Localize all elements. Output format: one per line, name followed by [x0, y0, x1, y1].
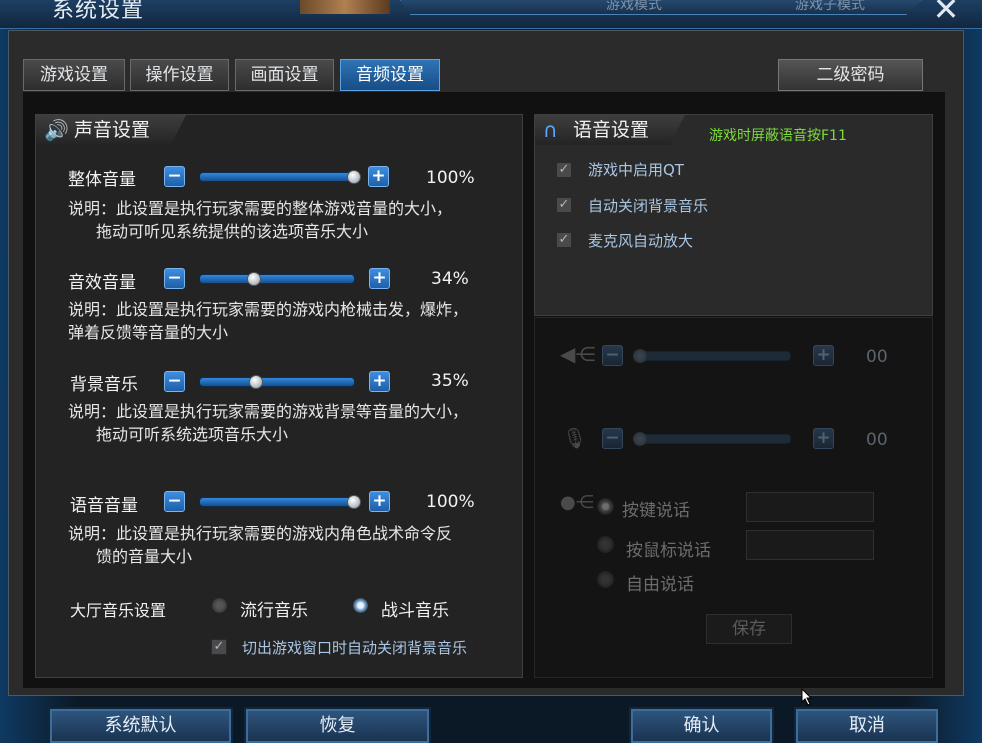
effects-volume-label: 音效音量	[68, 273, 136, 293]
secondary-password-button[interactable]: 二级密码	[778, 59, 923, 91]
voice-save-button[interactable]: 保存	[706, 614, 792, 644]
bgm-volume-slider[interactable]	[199, 377, 355, 387]
mic-boost-checkbox[interactable]: ✓	[556, 232, 572, 248]
bgm-volume-handle[interactable]	[248, 375, 263, 389]
push-mouse-talk-label[interactable]: 按鼠标说话	[626, 536, 711, 561]
speaker-icon: 🔊	[44, 118, 69, 142]
overall-volume-handle[interactable]	[347, 170, 361, 184]
effects-volume-minus-button[interactable]: −	[164, 268, 185, 289]
push-key-input[interactable]	[746, 492, 874, 522]
lobby-music-battle-radio[interactable]	[352, 597, 369, 614]
mic-volume-handle[interactable]	[633, 432, 647, 446]
bgm-volume-plus-button[interactable]: +	[369, 371, 390, 392]
voice-volume-label: 语音音量	[70, 496, 138, 516]
free-talk-label[interactable]: 自由说话	[626, 570, 694, 595]
lobby-music-pop-label[interactable]: 流行音乐	[240, 596, 308, 621]
voice-volume-desc-line2: 馈的音量大小	[96, 547, 193, 566]
voice-auto-close-bgm-checkbox[interactable]: ✓	[556, 197, 572, 213]
speaker-volume-value: 00	[866, 347, 888, 367]
bgm-volume-desc-line2: 拖动可听系统选项音乐大小	[96, 425, 289, 444]
bgm-volume-label: 背景音乐	[70, 375, 138, 395]
overall-volume-value: 100%	[426, 168, 475, 188]
bgm-volume-value: 35%	[431, 371, 469, 391]
overall-volume-label: 整体音量	[68, 170, 136, 190]
voice-auto-close-bgm-label[interactable]: 自动关闭背景音乐	[588, 195, 708, 216]
close-button[interactable]: ✕	[928, 0, 964, 25]
window-title: 系统设置	[52, 0, 145, 23]
voice-volume-value: 100%	[426, 492, 475, 512]
effects-volume-desc-line1: 说明：此设置是执行玩家需要的游戏内枪械击发，爆炸，	[68, 300, 469, 319]
enable-qt-checkbox[interactable]: ✓	[556, 162, 572, 178]
headset-icon: ∩	[543, 118, 558, 142]
mode-label-submode: 游戏子模式	[795, 0, 865, 13]
bgm-volume-desc-line1: 说明：此设置是执行玩家需要的游戏背景等音量的大小，	[68, 402, 469, 421]
overall-volume-slider[interactable]	[199, 172, 361, 182]
voice-settings-header: ∩ 语音设置	[535, 115, 685, 145]
lobby-music-label: 大厅音乐设置	[70, 601, 167, 620]
mic-volume-value: 00	[866, 430, 888, 450]
speaker-icon: ◀︎⋲	[560, 342, 596, 366]
mic-volume-plus-button[interactable]: +	[813, 428, 834, 449]
auto-close-bgm-label[interactable]: 切出游戏窗口时自动关闭背景音乐	[242, 637, 467, 658]
voice-volume-plus-button[interactable]: +	[369, 491, 390, 512]
system-default-button[interactable]: 系统默认	[50, 709, 231, 743]
push-key-talk-radio[interactable]	[597, 498, 614, 515]
overall-volume-plus-button[interactable]: +	[368, 166, 389, 187]
tab-control-settings[interactable]: 操作设置	[130, 59, 229, 91]
tab-audio-settings[interactable]: 音频设置	[340, 59, 440, 91]
push-mouse-talk-radio[interactable]	[597, 536, 614, 553]
title-bar: 系统设置 游戏模式 游戏子模式	[0, 0, 982, 29]
restore-button[interactable]: 恢复	[246, 709, 429, 743]
bgm-volume-minus-button[interactable]: −	[164, 371, 185, 392]
mouse-cursor-icon	[801, 688, 813, 706]
lobby-music-pop-radio[interactable]	[211, 597, 228, 614]
tab-game-settings[interactable]: 游戏设置	[23, 59, 125, 91]
overall-volume-desc-line1: 说明：此设置是执行玩家需要的整体游戏音量的大小，	[68, 199, 453, 218]
voice-volume-handle[interactable]	[347, 495, 361, 509]
title-art	[300, 0, 390, 14]
effects-volume-value: 34%	[431, 269, 469, 289]
effects-volume-desc-line2: 弹着反馈等音量的大小	[68, 323, 229, 342]
voice-settings-title: 语音设置	[573, 119, 650, 141]
speaker-volume-handle[interactable]	[633, 349, 647, 363]
effects-volume-slider[interactable]	[199, 274, 355, 284]
mic-volume-slider[interactable]	[633, 434, 791, 444]
effects-volume-plus-button[interactable]: +	[369, 268, 390, 289]
voice-volume-slider[interactable]	[199, 497, 361, 507]
mic-boost-label[interactable]: 麦克风自动放大	[588, 230, 693, 251]
overall-volume-minus-button[interactable]: −	[164, 166, 185, 187]
mic-volume-minus-button[interactable]: −	[602, 428, 623, 449]
overall-volume-desc-line2: 拖动可听见系统提供的该选项音乐大小	[96, 222, 369, 241]
cancel-button[interactable]: 取消	[796, 709, 938, 743]
lobby-music-battle-label[interactable]: 战斗音乐	[381, 596, 449, 621]
confirm-button[interactable]: 确认	[631, 709, 772, 743]
mode-label-game: 游戏模式	[606, 0, 662, 13]
speaker-volume-minus-button[interactable]: −	[602, 345, 623, 366]
enable-qt-label[interactable]: 游戏中启用QT	[588, 159, 684, 180]
voice-volume-minus-button[interactable]: −	[164, 491, 185, 512]
free-talk-radio[interactable]	[597, 571, 614, 588]
push-key-talk-label[interactable]: 按键说话	[622, 496, 690, 521]
speaker-volume-plus-button[interactable]: +	[813, 345, 834, 366]
voice-volume-desc-line1: 说明：此设置是执行玩家需要的游戏内角色战术命令反	[68, 524, 453, 543]
tab-display-settings[interactable]: 画面设置	[235, 59, 334, 91]
speaker-volume-slider[interactable]	[633, 351, 791, 361]
auto-close-bgm-checkbox[interactable]: ✓	[211, 639, 227, 655]
talk-icon: ●⋲	[560, 492, 594, 513]
sound-settings-title: 声音设置	[74, 119, 151, 141]
push-mouse-input[interactable]	[746, 530, 874, 560]
voice-mute-hint: 游戏时屏蔽语音按F11	[709, 128, 847, 144]
sound-settings-header: 🔊 声音设置	[36, 115, 186, 145]
microphone-icon: 🎙︎	[562, 426, 588, 450]
